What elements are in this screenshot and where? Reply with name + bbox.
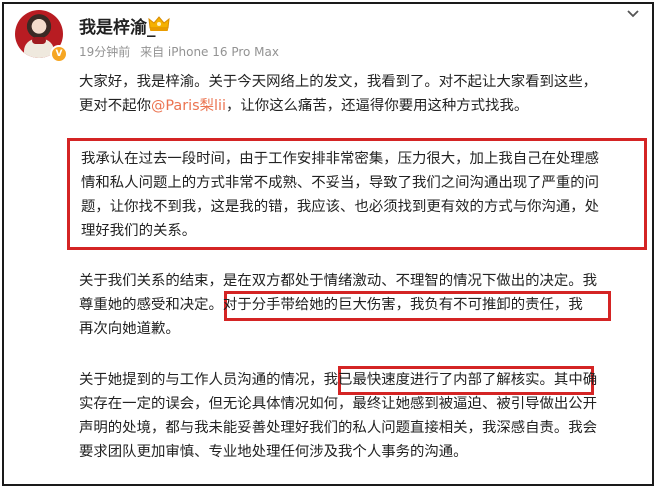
mention-link[interactable]: @Paris梨lii	[151, 98, 226, 114]
p3-line-2: 尊重她的感受和决定。对于分手带给她的巨大伤害，我负有不可推卸的责任，我	[79, 293, 649, 317]
vip-crown-icon[interactable]	[147, 14, 171, 32]
p4-line-1: 关于她提到的与工作人员沟通的情况，我已最快速度进行了内部了解核实。其中确	[79, 368, 649, 392]
p4-line-4: 要求团队更加审慎、专业地处理任何涉及我个人事务的沟通。	[79, 444, 468, 460]
p3-line-2-post: ，我	[553, 297, 583, 313]
p1-line-2-pre: 更对不起你	[79, 98, 151, 114]
p4-line-3: 声明的处境，都与我未能妥善处理好我们的私人问题直接相关，我深感自责。我会	[79, 420, 598, 436]
p4-highlighted-text: 我已最快速度进行了内部了解核实。	[323, 372, 554, 388]
p2-line-4: 理好我们的关系。	[81, 223, 197, 239]
p1-line-2: 更对不起你@Paris梨lii，让你这么痛苦，还逼得你要用这种方式找我。	[79, 94, 649, 118]
p4-line-1-post: 其中确	[553, 372, 598, 388]
post-time[interactable]: 19分钟前	[79, 45, 130, 59]
paragraph-2: 我承认在过去一段时间，由于工作安排非常密集，压力很大，加上我自己在处理感 情和私…	[81, 147, 645, 243]
p3-line-3: 再次向她道歉。	[79, 321, 180, 337]
p2-line-2: 情和私人问题上的方式非常不成熟、不妥当，导致了我们之间沟通出现了严重的问	[81, 175, 600, 191]
paragraph-1: 大家好，我是梓渝。关于今天网络上的发文，我看到了。对不起让大家看到这些， 更对不…	[79, 70, 649, 118]
p1-line-1: 大家好，我是梓渝。关于今天网络上的发文，我看到了。对不起让大家看到这些，	[79, 74, 598, 90]
p1-line-2-post: ，让你这么痛苦，还逼得你要用这种方式找我。	[226, 98, 529, 114]
p3-highlighted-text: 对于分手带给她的巨大伤害，我负有不可推卸的责任	[222, 297, 554, 313]
chevron-down-icon[interactable]	[627, 9, 639, 19]
verified-badge-icon: V	[50, 45, 68, 63]
avatar-scarf	[32, 37, 46, 44]
p4-line-1-pre: 关于她提到的与工作人员沟通的情况，	[79, 372, 324, 388]
p3-line-2-pre: 尊重她的感受和决定。	[79, 297, 223, 313]
p2-line-1: 我承认在过去一段时间，由于工作安排非常密集，压力很大，加上我自己在处理感	[81, 151, 600, 167]
p4-line-2: 实存在一定的误会，但无论具体情况如何，最终让她感到被逼迫、被引导做出公开	[79, 396, 598, 412]
username[interactable]: 我是梓渝_	[79, 13, 156, 38]
post-meta: 19分钟前 来自 iPhone 16 Pro Max	[79, 43, 285, 60]
paragraph-3: 关于我们关系的结束，是在双方都处于情绪激动、不理智的情况下做出的决定。我 尊重她…	[79, 269, 649, 341]
post-source: 来自 iPhone 16 Pro Max	[140, 45, 279, 59]
paragraph-4: 关于她提到的与工作人员沟通的情况，我已最快速度进行了内部了解核实。其中确 实存在…	[79, 368, 649, 464]
p2-line-3: 题，让你找不到我，这是我的错，我应该、也必须找到更有效的方式与你沟通，处	[81, 199, 600, 215]
p3-line-1: 关于我们关系的结束，是在双方都处于情绪激动、不理智的情况下做出的决定。我	[79, 273, 598, 289]
